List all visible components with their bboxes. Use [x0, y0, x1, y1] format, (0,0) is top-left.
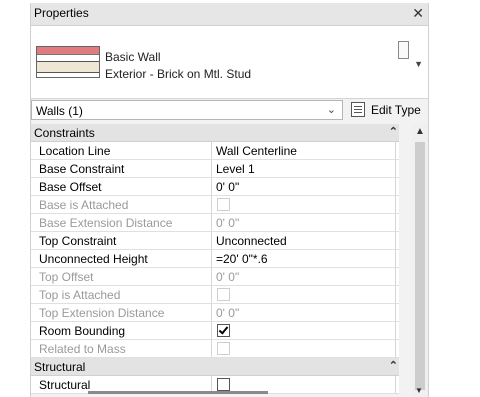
property-row: Base is Attached [31, 196, 399, 214]
property-value[interactable]: =20' 0"*.6 [216, 252, 268, 266]
vertical-scrollbar[interactable]: ▲ ▼ [412, 124, 428, 397]
property-row: Top is Attached [31, 286, 399, 304]
property-row[interactable]: Unconnected Height =20' 0"*.6 [31, 250, 399, 268]
property-label: Top is Attached [39, 288, 121, 302]
edit-type-button[interactable]: Edit Type [349, 100, 428, 120]
property-checkbox[interactable] [217, 378, 230, 391]
type-family-name: Basic Wall [105, 50, 161, 64]
property-value[interactable]: Level 1 [216, 162, 255, 176]
property-checkbox[interactable] [217, 324, 230, 337]
property-label: Top Offset [39, 270, 94, 284]
property-row: Top Extension Distance 0' 0" [31, 304, 399, 322]
palette-titlebar[interactable]: Properties ✕ [31, 3, 428, 26]
collapse-icon[interactable]: ⌃ [389, 359, 398, 372]
instance-filter-dropdown[interactable]: Walls (1) ⌄ [31, 100, 343, 120]
type-dropdown-arrow-icon[interactable]: ▼ [414, 59, 423, 69]
property-value: 0' 0" [216, 216, 240, 230]
horizontal-scrollbar-thumb[interactable] [88, 391, 268, 394]
property-row[interactable]: Room Bounding [31, 322, 399, 340]
property-checkbox [217, 198, 230, 211]
property-checkbox [217, 342, 230, 355]
property-label: Unconnected Height [39, 252, 148, 266]
property-label: Base Extension Distance [39, 216, 173, 230]
value-spin-control[interactable] [398, 41, 409, 59]
scroll-down-arrow-icon[interactable]: ▼ [415, 386, 423, 395]
property-row[interactable]: Top Constraint Unconnected [31, 232, 399, 250]
property-row: Base Extension Distance 0' 0" [31, 214, 399, 232]
edit-type-icon [351, 102, 365, 117]
collapse-icon[interactable]: ⌃ [389, 125, 398, 138]
palette-title: Properties [34, 6, 89, 20]
section-header-structural[interactable]: Structural ⌃ [31, 358, 399, 376]
edit-type-label: Edit Type [371, 103, 421, 117]
property-label: Base Offset [39, 180, 102, 194]
section-header-constraints[interactable]: Constraints ⌃ [31, 124, 399, 142]
instance-filter-value: Walls (1) [36, 104, 83, 118]
property-row[interactable]: Base Constraint Level 1 [31, 160, 399, 178]
property-row[interactable]: Location Line Wall Centerline [31, 142, 399, 160]
property-row: Related to Mass [31, 340, 399, 358]
section-title: Structural [34, 360, 86, 374]
property-value: 0' 0" [216, 306, 240, 320]
property-label: Related to Mass [39, 342, 126, 356]
property-label: Base is Attached [39, 198, 129, 212]
property-label: Room Bounding [39, 324, 126, 338]
type-name: Exterior - Brick on Mtl. Stud [105, 67, 252, 81]
property-value[interactable]: 0' 0" [216, 180, 239, 194]
properties-palette: Properties ✕ Basic Wall Exterior - Brick… [30, 3, 429, 397]
property-label: Top Extension Distance [39, 306, 165, 320]
wall-type-swatch-icon [36, 46, 100, 78]
property-label: Location Line [39, 144, 111, 158]
property-label: Top Constraint [39, 234, 117, 248]
scroll-up-arrow-icon[interactable]: ▲ [415, 126, 425, 137]
section-title: Constraints [34, 126, 95, 140]
property-row[interactable]: Base Offset 0' 0" [31, 178, 399, 196]
chevron-down-icon: ⌄ [326, 104, 336, 116]
property-value[interactable]: Unconnected [216, 234, 287, 248]
property-value[interactable]: Wall Centerline [216, 144, 297, 158]
property-checkbox [217, 288, 230, 301]
property-row: Top Offset 0' 0" [31, 268, 399, 286]
property-value: 0' 0" [216, 270, 240, 284]
type-selector[interactable]: Basic Wall Exterior - Brick on Mtl. Stud… [31, 26, 428, 99]
scrollbar-thumb[interactable] [415, 142, 425, 390]
property-label: Structural [39, 378, 91, 392]
property-label: Base Constraint [39, 162, 125, 176]
close-icon[interactable]: ✕ [412, 5, 424, 21]
properties-grid: Constraints ⌃ Location Line Wall Centerline… [31, 124, 399, 394]
